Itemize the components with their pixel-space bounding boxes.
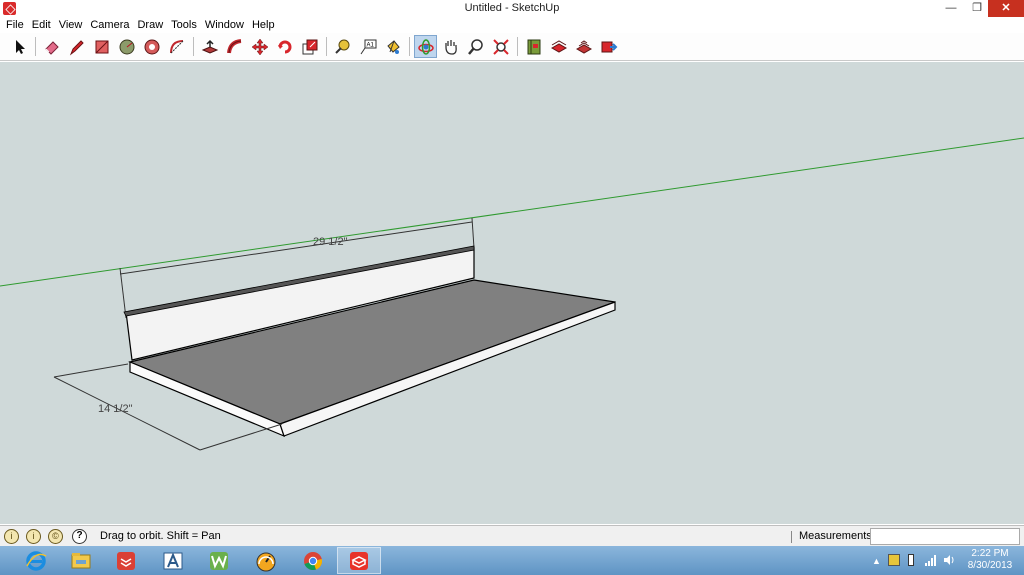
pencil-line-icon[interactable] <box>65 35 88 58</box>
get-models-icon[interactable] <box>522 35 545 58</box>
extension-line <box>53 363 129 378</box>
todoist-icon[interactable] <box>104 547 148 574</box>
extension-line <box>119 267 127 319</box>
text-icon[interactable]: A1 <box>356 35 379 58</box>
toolbar-separator <box>326 37 327 56</box>
scale-icon[interactable] <box>298 35 321 58</box>
orbit-icon[interactable] <box>414 35 437 58</box>
chrome-icon[interactable] <box>291 547 335 574</box>
rotate-icon[interactable] <box>273 35 296 58</box>
sketchup-icon[interactable] <box>337 547 381 574</box>
circle-icon[interactable] <box>115 35 138 58</box>
green-axis-line <box>0 137 1024 287</box>
pan-icon[interactable] <box>439 35 462 58</box>
show-hidden-icons-icon[interactable]: ▲ <box>872 546 881 575</box>
windows-taskbar: ▲ 2:22 PM 8/30/2013 <box>0 546 1024 575</box>
rectangle-icon[interactable] <box>90 35 113 58</box>
model-canvas <box>0 137 1024 451</box>
share-model-icon[interactable] <box>547 35 570 58</box>
toolbar-separator <box>193 37 194 56</box>
send-to-layout-icon[interactable] <box>597 35 620 58</box>
paint-bucket-icon[interactable] <box>381 35 404 58</box>
menu-file[interactable]: File <box>2 17 28 33</box>
help-icon[interactable]: ? <box>72 529 87 544</box>
zoom-icon[interactable] <box>464 35 487 58</box>
menu-edit[interactable]: Edit <box>28 17 55 33</box>
toolbar-separator <box>517 37 518 56</box>
measurements-label: Measurements <box>799 530 872 542</box>
tape-measure-icon[interactable] <box>331 35 354 58</box>
toolbar-separator <box>409 37 410 56</box>
push-pull-icon[interactable] <box>198 35 221 58</box>
clock-time: 2:22 PM <box>971 548 1009 559</box>
dimension-label-depth[interactable]: 14 1/2" <box>98 403 133 415</box>
dimension-label-length[interactable]: 29 1/2" <box>313 236 348 248</box>
close-button[interactable]: ✕ <box>988 0 1024 17</box>
file-explorer-icon[interactable] <box>59 547 103 574</box>
battery-icon[interactable] <box>908 554 914 566</box>
arc-icon[interactable] <box>165 35 188 58</box>
tray-app-icon[interactable] <box>888 554 900 566</box>
user-account-icon[interactable]: © <box>48 529 63 544</box>
credits-icon[interactable]: i <box>26 529 41 544</box>
window-title: Untitled - SketchUp <box>464 2 560 14</box>
move-icon[interactable] <box>248 35 271 58</box>
modeling-viewport[interactable]: 29 1/2" 14 1/2" <box>0 62 1024 524</box>
polygon-icon[interactable] <box>140 35 163 58</box>
menu-view[interactable]: View <box>55 17 87 33</box>
volume-icon[interactable] <box>943 554 955 566</box>
clock-date: 8/30/2013 <box>967 560 1013 571</box>
geo-location-icon[interactable]: i <box>4 529 19 544</box>
measurements-input[interactable] <box>870 528 1020 545</box>
extension-line <box>199 423 283 451</box>
eraser-icon[interactable] <box>40 35 63 58</box>
minimize-button[interactable]: — <box>938 0 964 17</box>
components-icon[interactable] <box>572 35 595 58</box>
menu-tools[interactable]: Tools <box>167 17 201 33</box>
signal-icon[interactable] <box>925 554 937 566</box>
select-icon[interactable] <box>8 35 31 58</box>
app-a-icon[interactable] <box>151 547 195 574</box>
menu-bar: File Edit View Camera Draw Tools Window … <box>0 17 1024 33</box>
system-clock[interactable]: 2:22 PM 8/30/2013 <box>962 548 1018 572</box>
word-w-icon[interactable] <box>197 547 241 574</box>
status-divider <box>791 531 792 543</box>
zoom-extents-icon[interactable] <box>489 35 512 58</box>
title-bar: Untitled - SketchUp — ❐ ✕ <box>0 0 1024 17</box>
follow-me-icon[interactable] <box>223 35 246 58</box>
speedometer-icon[interactable] <box>244 547 288 574</box>
menu-window[interactable]: Window <box>201 17 248 33</box>
status-hint: Drag to orbit. Shift = Pan <box>100 530 221 542</box>
status-bar: i i © ? Drag to orbit. Shift = Pan Measu… <box>0 525 1024 546</box>
menu-draw[interactable]: Draw <box>133 17 167 33</box>
internet-explorer-icon[interactable] <box>14 547 58 574</box>
svg-text:A1: A1 <box>366 42 374 48</box>
menu-camera[interactable]: Camera <box>86 17 133 33</box>
main-toolbar: A1 <box>0 33 1024 61</box>
extension-line <box>471 217 475 249</box>
menu-help[interactable]: Help <box>248 17 279 33</box>
restore-button[interactable]: ❐ <box>964 0 990 17</box>
toolbar-separator <box>35 37 36 56</box>
